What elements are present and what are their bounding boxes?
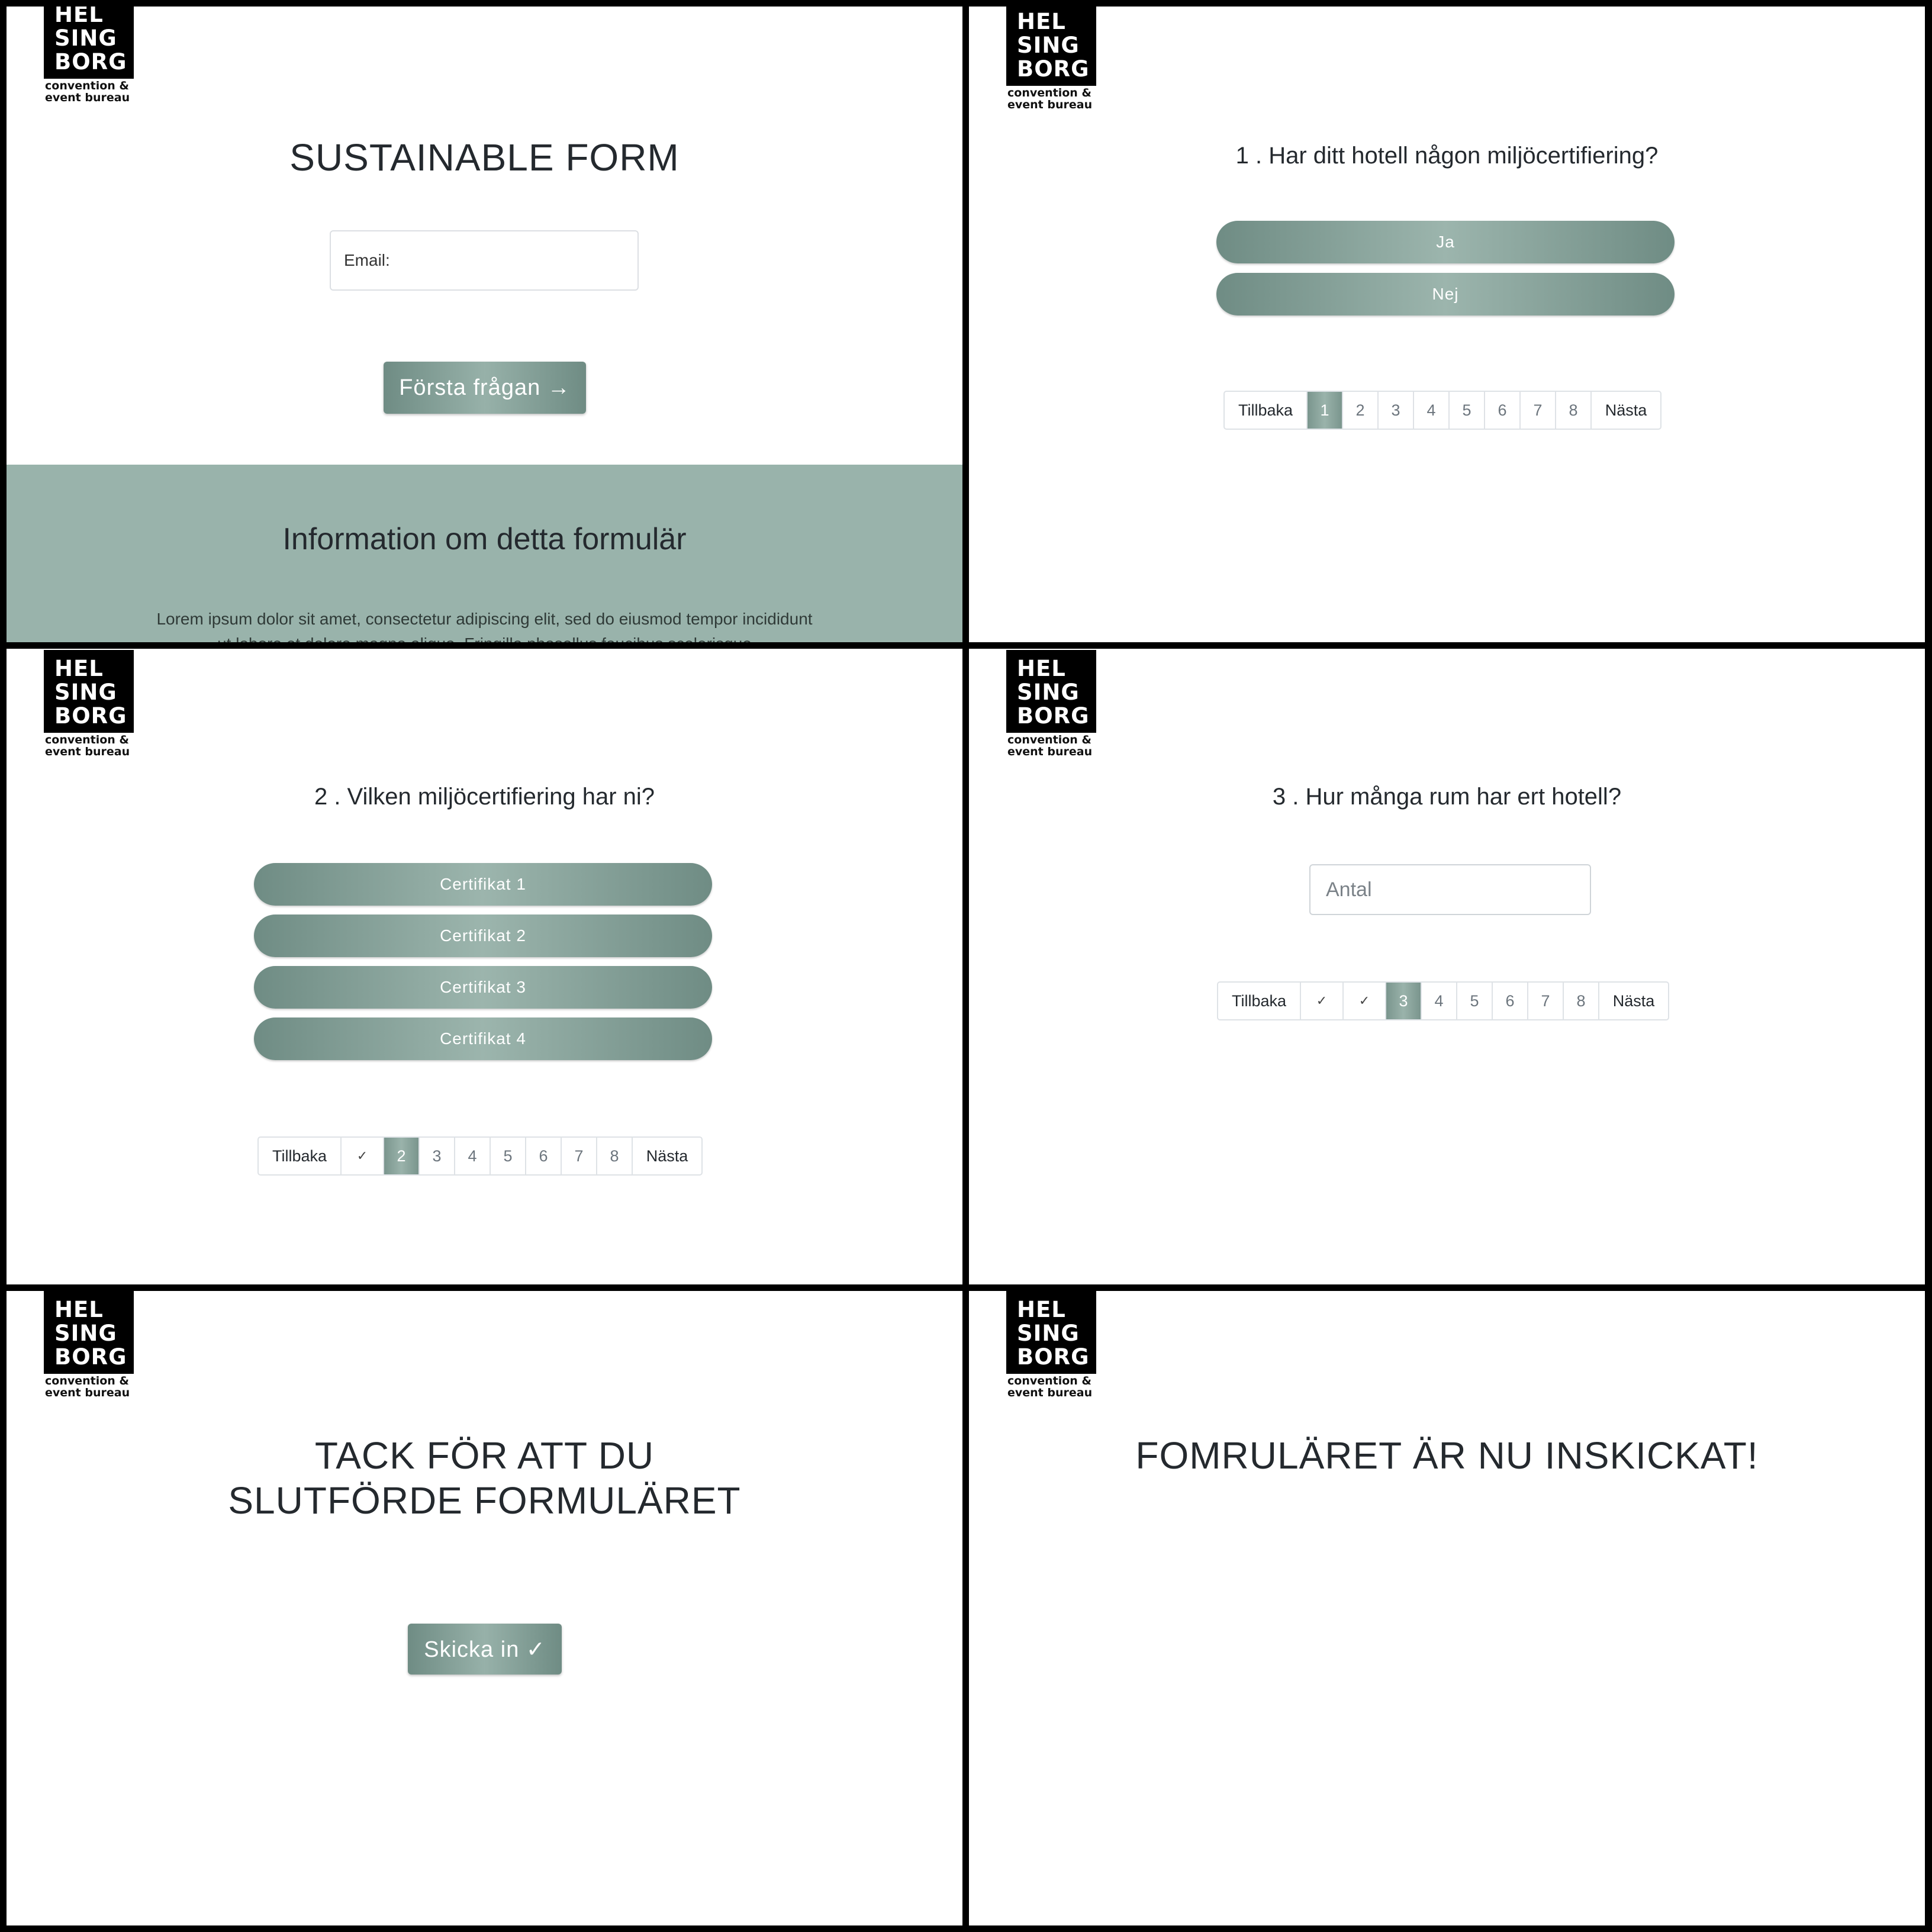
page-title: SUSTAINABLE FORM [289, 136, 680, 179]
screen-thank-you: HEL SING BORG convention & event bureau … [7, 1291, 962, 1925]
helsingborg-logo: HEL SING BORG convention & event bureau [44, 7, 134, 104]
email-label: Email: [344, 251, 390, 269]
option-certifikat-1[interactable]: Certifikat 1 [254, 863, 712, 906]
screen-question-2: HEL SING BORG convention & event bureau … [7, 649, 962, 1284]
helsingborg-logo: HEL SING BORG convention & event bureau [1006, 1291, 1096, 1399]
page-5[interactable]: 5 [1457, 983, 1493, 1019]
thank-you-title: TACK FÖR ATT DU SLUTFÖRDE FORMULÄRET [228, 1434, 741, 1522]
next-button[interactable]: Nästa [1599, 983, 1668, 1019]
pagination: Tillbaka ✓ 2 3 4 5 6 7 8 Nästa [257, 1136, 703, 1176]
page-1-done[interactable]: ✓ [1301, 983, 1344, 1019]
page-8[interactable]: 8 [1564, 983, 1599, 1019]
option-certifikat-2[interactable]: Certifikat 2 [254, 915, 712, 957]
check-icon: ✓ [356, 1148, 368, 1163]
screen-question-3: HEL SING BORG convention & event bureau … [969, 649, 1925, 1284]
page-6[interactable]: 6 [1493, 983, 1528, 1019]
back-button[interactable]: Tillbaka [259, 1138, 342, 1174]
info-section: Information om detta formulär Lorem ipsu… [7, 465, 962, 642]
room-count-placeholder: Antal [1326, 878, 1372, 901]
pagination: Tillbaka ✓ ✓ 3 4 5 6 7 8 Nästa [1217, 981, 1669, 1020]
page-7[interactable]: 7 [562, 1138, 597, 1174]
submitted-title: FOMRULÄRET ÄR NU INSKICKAT! [1135, 1434, 1759, 1477]
check-icon: ✓ [1316, 993, 1328, 1008]
page-2[interactable]: 2 [384, 1138, 420, 1174]
check-icon: ✓ [1358, 993, 1370, 1008]
page-3[interactable]: 3 [420, 1138, 455, 1174]
screen-start: HEL SING BORG convention & event bureau … [7, 7, 962, 642]
info-text: Lorem ipsum dolor sit amet, consectetur … [156, 610, 813, 642]
helsingborg-logo: HEL SING BORG convention & event bureau [1006, 7, 1096, 111]
back-button[interactable]: Tillbaka [1225, 392, 1308, 429]
page-4[interactable]: 4 [1414, 392, 1450, 429]
question-title: 3 . Hur många rum har ert hotell? [1272, 784, 1622, 810]
helsingborg-logo: HEL SING BORG convention & event bureau [44, 1291, 134, 1399]
screen-question-1: HEL SING BORG convention & event bureau … [969, 7, 1925, 642]
page-2-done[interactable]: ✓ [1344, 983, 1386, 1019]
page-3[interactable]: 3 [1386, 983, 1422, 1019]
page-1-done[interactable]: ✓ [342, 1138, 384, 1174]
page-2[interactable]: 2 [1343, 392, 1379, 429]
back-button[interactable]: Tillbaka [1218, 983, 1301, 1019]
screen-submitted: HEL SING BORG convention & event bureau … [969, 1291, 1925, 1925]
page-3[interactable]: 3 [1379, 392, 1414, 429]
option-certifikat-4[interactable]: Certifikat 4 [254, 1017, 712, 1060]
option-nej[interactable]: Nej [1216, 273, 1675, 315]
next-button[interactable]: Nästa [633, 1138, 701, 1174]
page-6[interactable]: 6 [526, 1138, 562, 1174]
question-title: 1 . Har ditt hotell någon miljöcertifier… [1235, 143, 1659, 169]
submit-button[interactable]: Skicka in ✓ [408, 1624, 562, 1675]
page-7[interactable]: 7 [1528, 983, 1564, 1019]
helsingborg-logo: HEL SING BORG convention & event bureau [44, 650, 134, 758]
pagination: Tillbaka 1 2 3 4 5 6 7 8 Nästa [1223, 391, 1661, 430]
question-title: 2 . Vilken miljöcertifiering har ni? [314, 784, 655, 810]
helsingborg-logo: HEL SING BORG convention & event bureau [1006, 650, 1096, 758]
page-8[interactable]: 8 [1556, 392, 1592, 429]
page-1[interactable]: 1 [1308, 392, 1343, 429]
page-8[interactable]: 8 [597, 1138, 633, 1174]
page-5[interactable]: 5 [1450, 392, 1485, 429]
page-4[interactable]: 4 [1422, 983, 1457, 1019]
page-6[interactable]: 6 [1485, 392, 1521, 429]
next-button[interactable]: Nästa [1592, 392, 1660, 429]
page-4[interactable]: 4 [455, 1138, 491, 1174]
room-count-input[interactable]: Antal [1309, 864, 1591, 915]
email-field[interactable]: Email: [330, 230, 639, 291]
page-7[interactable]: 7 [1521, 392, 1556, 429]
page-5[interactable]: 5 [491, 1138, 526, 1174]
info-title: Information om detta formulär [282, 522, 687, 556]
option-ja[interactable]: Ja [1216, 221, 1675, 263]
option-certifikat-3[interactable]: Certifikat 3 [254, 966, 712, 1009]
first-question-button[interactable]: Första frågan → [384, 362, 586, 414]
